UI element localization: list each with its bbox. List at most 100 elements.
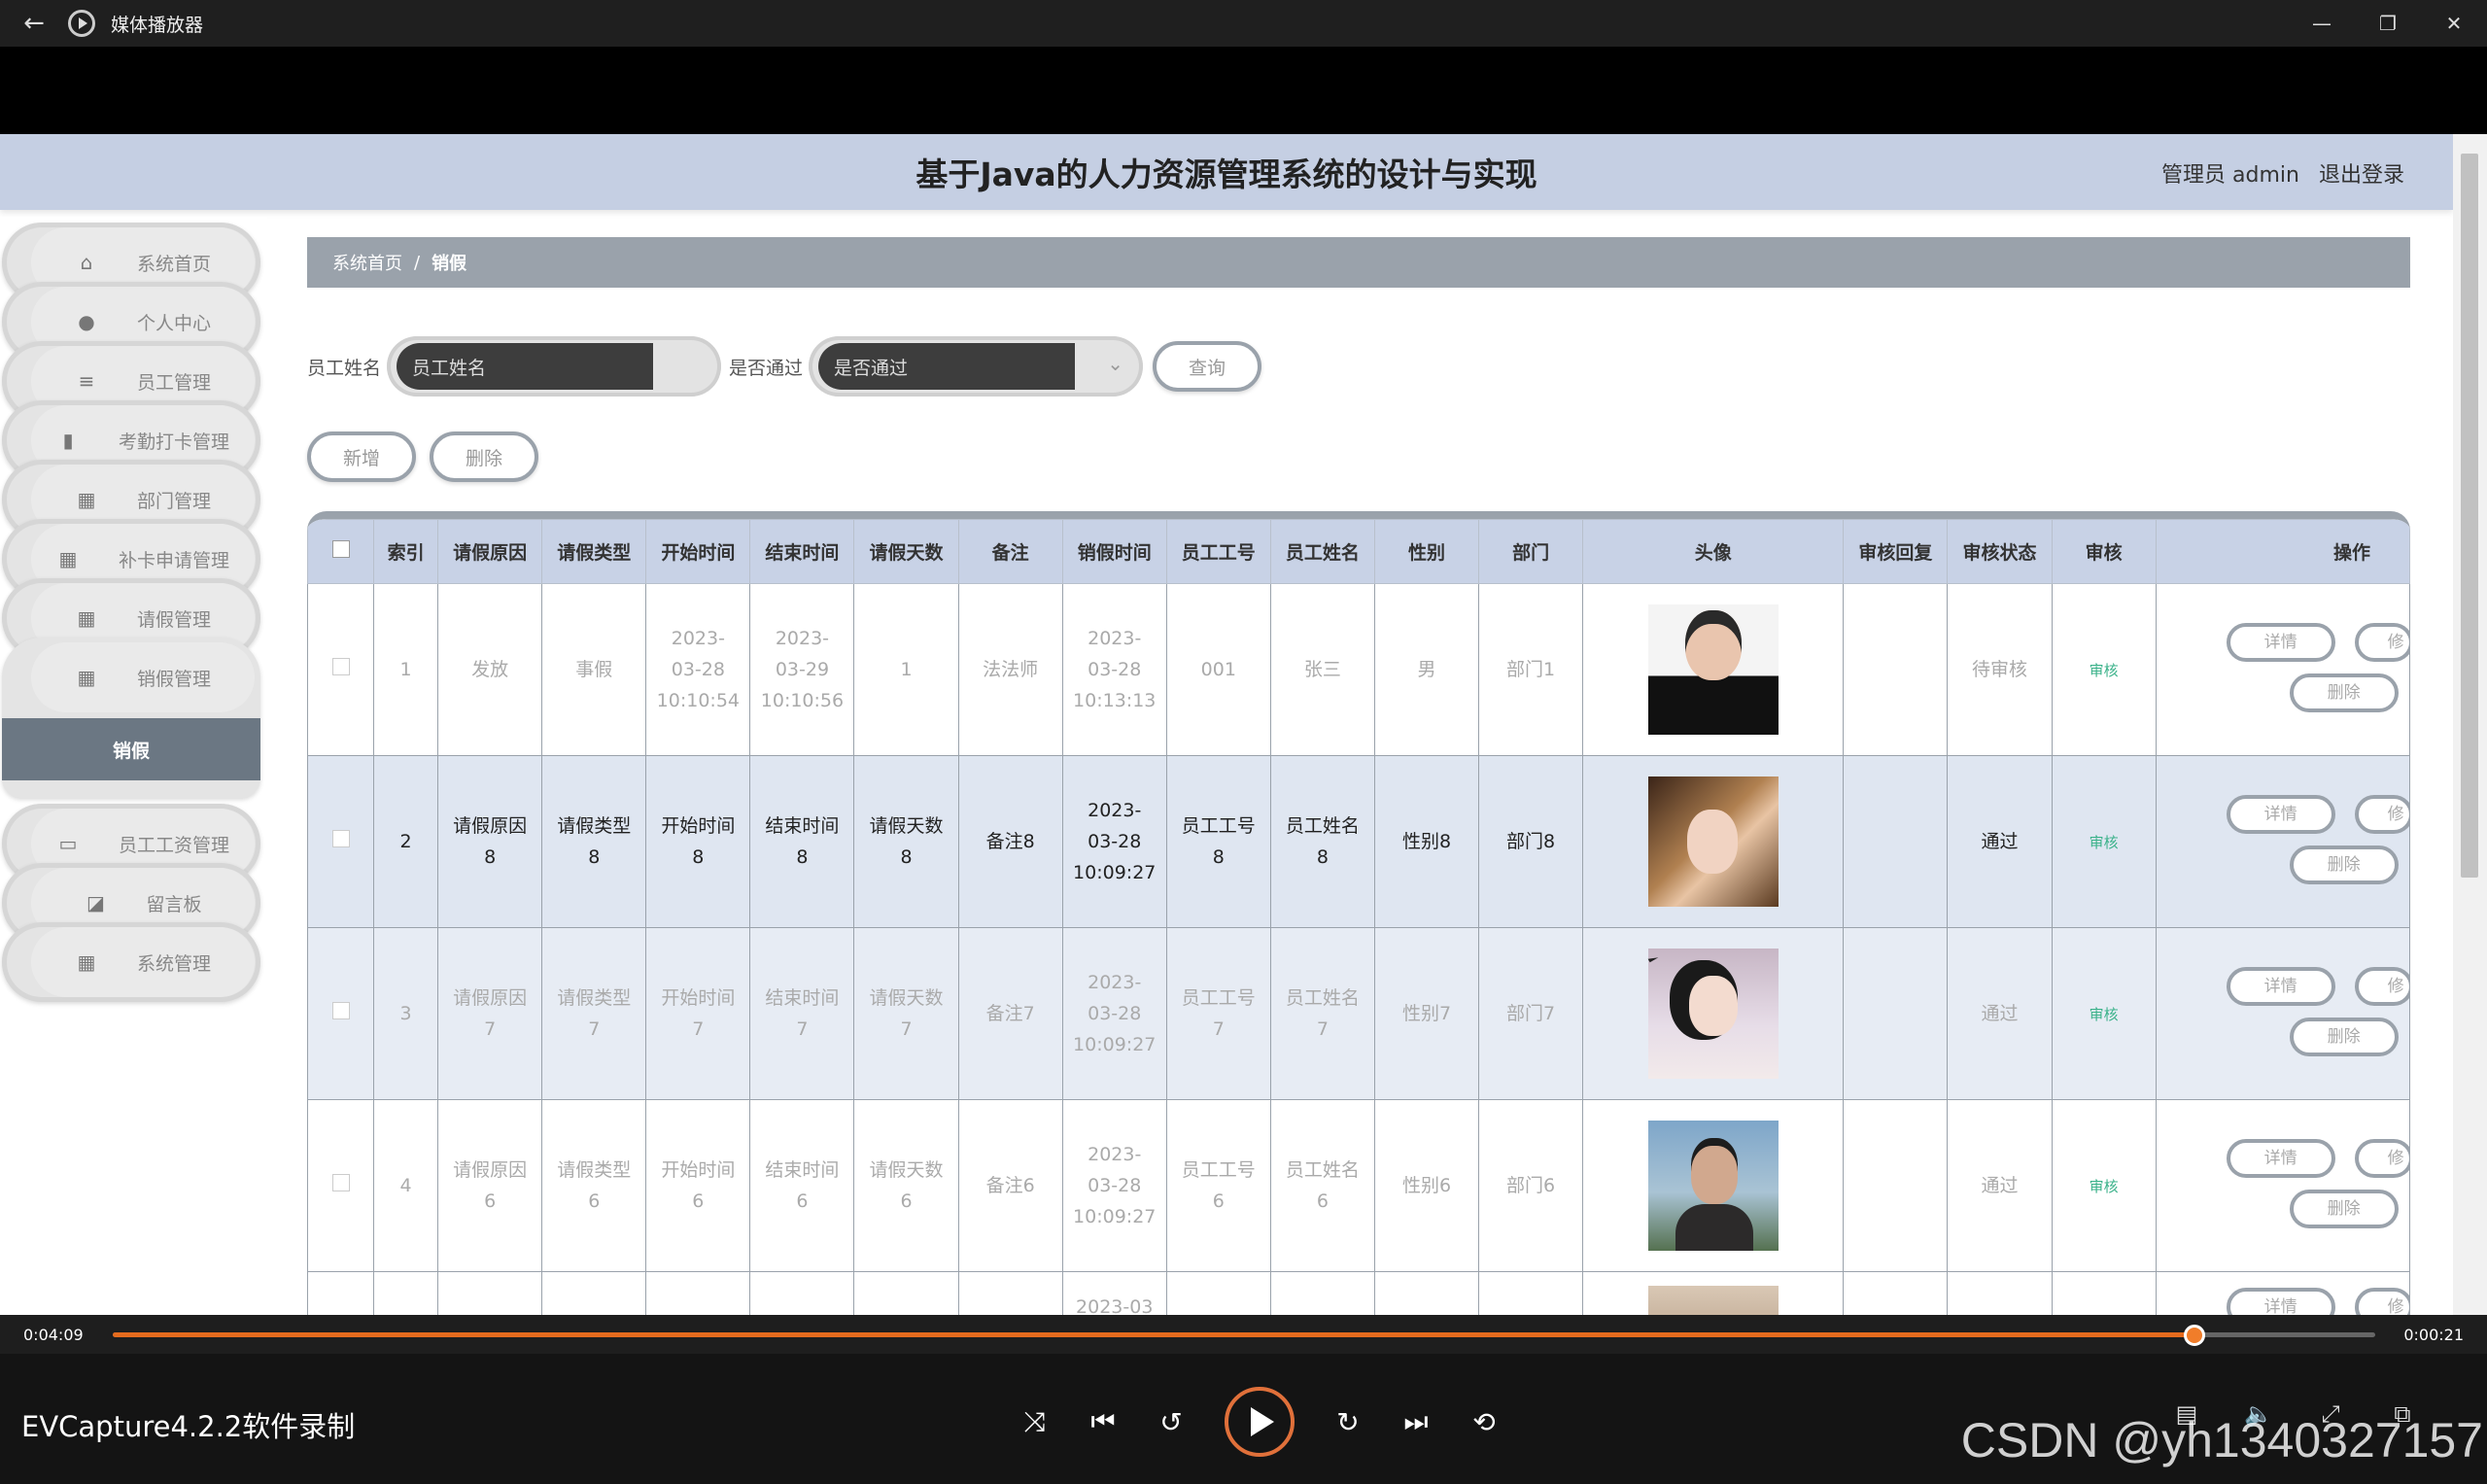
col-header: 结束时间	[749, 519, 855, 584]
cell	[1947, 1271, 2053, 1315]
cell	[1843, 755, 1949, 928]
cell	[437, 1271, 543, 1315]
audit-link[interactable]: 审核	[2090, 834, 2119, 851]
back-arrow-icon[interactable]: ←	[0, 9, 68, 38]
restore-icon[interactable]: ❐	[2355, 0, 2421, 47]
table-row[interactable]: 2 请假原因8 请假类型8 开始时间8 结束时间8 请假天数8 备注8 2023…	[307, 755, 2410, 928]
operations-cell: 详情 修 删除	[2155, 755, 2410, 928]
breadcrumb-separator: /	[414, 252, 421, 273]
play-button[interactable]	[1225, 1387, 1295, 1457]
sidebar-item-system[interactable]: ▦ 系统管理	[2, 922, 260, 1002]
sidebar-item-leave-cancel[interactable]: ▦ 销假管理 销假	[2, 638, 260, 798]
row-delete-button[interactable]: 删除	[2289, 673, 2399, 712]
scrollbar-thumb[interactable]	[2461, 154, 2478, 878]
forward-30-icon[interactable]: ↻	[1333, 1406, 1363, 1438]
minimize-icon[interactable]: —	[2289, 0, 2355, 47]
col-header: 销假时间	[1061, 519, 1167, 584]
audit-link[interactable]: 审核	[2090, 662, 2119, 679]
cell: 性别6	[1373, 1099, 1480, 1272]
row-delete-button[interactable]: 删除	[2289, 1190, 2399, 1228]
row-delete-button[interactable]: 删除	[2289, 1018, 2399, 1056]
breadcrumb-home[interactable]: 系统首页	[332, 250, 402, 275]
detail-button[interactable]: 详情	[2226, 967, 2335, 1006]
cell: 请假原因6	[437, 1099, 543, 1272]
close-icon[interactable]: ✕	[2421, 0, 2487, 47]
table-header-row: 索引 请假原因 请假类型 开始时间 结束时间 请假天数 备注 销假时间 员工工号…	[307, 519, 2410, 584]
col-header: 审核	[2051, 519, 2157, 584]
previous-icon[interactable]: ⏮	[1088, 1405, 1118, 1438]
avatar-cell	[1582, 927, 1845, 1100]
row-checkbox[interactable]	[331, 658, 350, 675]
detail-button[interactable]: 详情	[2226, 623, 2335, 662]
cell: 员工工号8	[1165, 755, 1271, 928]
sidebar-subitem-leave-cancel[interactable]: 销假	[2, 718, 260, 780]
cell: 结束时间6	[749, 1099, 855, 1272]
table-row[interactable]: 2023-03 详情 修	[307, 1271, 2410, 1315]
table-row[interactable]: 4 请假原因6 请假类型6 开始时间6 结束时间6 请假天数6 备注6 2023…	[307, 1099, 2410, 1272]
table-row[interactable]: 3 请假原因7 请假类型7 开始时间7 结束时间7 请假天数7 备注7 2023…	[307, 927, 2410, 1100]
repeat-off-icon[interactable]: ⟲	[1469, 1406, 1499, 1438]
operations-cell: 详情 修 删除	[2155, 927, 2410, 1100]
edit-button[interactable]: 修	[2354, 967, 2410, 1006]
query-button[interactable]: 查询	[1153, 341, 1262, 392]
employee-name-input-wrap: 员工姓名	[387, 336, 722, 397]
col-header: 头像	[1582, 519, 1845, 584]
admin-label: 管理员 admin	[2161, 163, 2299, 188]
cell: 员工姓名8	[1269, 755, 1375, 928]
delete-button[interactable]: 删除	[430, 431, 538, 482]
add-button[interactable]: 新增	[307, 431, 416, 482]
row-checkbox[interactable]	[331, 830, 350, 847]
cell	[853, 1271, 959, 1315]
cell: 通过	[1947, 927, 2053, 1100]
cell: 请假类型6	[541, 1099, 647, 1272]
shuffle-icon[interactable]: ⤨	[1020, 1405, 1050, 1438]
employee-name-input[interactable]: 员工姓名	[397, 343, 654, 390]
detail-button[interactable]: 详情	[2226, 795, 2335, 834]
detail-button[interactable]: 详情	[2226, 1139, 2335, 1178]
col-header: 员工姓名	[1269, 519, 1375, 584]
edit-button[interactable]: 修	[2354, 1139, 2410, 1178]
select-all-checkbox[interactable]	[331, 540, 350, 558]
approved-select[interactable]: 是否通过 ⌄	[809, 336, 1144, 397]
cell	[2051, 1271, 2157, 1315]
edit-button[interactable]: 修	[2354, 623, 2410, 662]
row-checkbox[interactable]	[331, 1174, 350, 1191]
edit-button[interactable]: 修	[2354, 1288, 2410, 1315]
audit-link[interactable]: 审核	[2090, 1006, 2119, 1023]
grid-icon: ▦	[77, 606, 96, 630]
sliders-icon: ≡	[78, 369, 95, 393]
audit-cell: 审核	[2051, 755, 2157, 928]
next-icon[interactable]: ⏭	[1401, 1405, 1431, 1438]
cell: 3	[373, 927, 439, 1100]
col-header: 员工工号	[1165, 519, 1271, 584]
seek-knob[interactable]	[2183, 1325, 2205, 1346]
cell: 请假原因8	[437, 755, 543, 928]
page-scrollbar[interactable]	[2453, 134, 2487, 1315]
seek-bar-fill	[113, 1332, 2194, 1337]
cell: 2023-03-29 10:10:56	[749, 583, 855, 756]
row-checkbox-cell	[307, 1271, 375, 1315]
logout-link[interactable]: 退出登录	[2319, 157, 2404, 189]
col-header: 操作	[2155, 519, 2410, 584]
audit-link[interactable]: 审核	[2090, 1178, 2119, 1195]
detail-button[interactable]: 详情	[2226, 1288, 2335, 1315]
cell	[373, 1271, 439, 1315]
cell: 部门1	[1478, 583, 1584, 756]
cell: 2023-03	[1061, 1271, 1167, 1315]
cell: 员工工号6	[1165, 1099, 1271, 1272]
row-checkbox-cell	[307, 927, 375, 1100]
cell: 开始时间7	[645, 927, 751, 1100]
cell: 结束时间7	[749, 927, 855, 1100]
row-checkbox[interactable]	[331, 1002, 350, 1019]
approved-select-value[interactable]: 是否通过	[818, 343, 1076, 390]
cell: 2023-03-28 10:10:54	[645, 583, 751, 756]
row-delete-button[interactable]: 删除	[2289, 846, 2399, 884]
cell	[1478, 1271, 1584, 1315]
cell	[1269, 1271, 1375, 1315]
edit-button[interactable]: 修	[2354, 795, 2410, 834]
seek-bar[interactable]	[113, 1325, 2375, 1346]
cell: 通过	[1947, 755, 2053, 928]
table-row[interactable]: 1 发放 事假 2023-03-28 10:10:54 2023-03-29 1…	[307, 583, 2410, 756]
avatar	[1647, 777, 1779, 907]
rewind-10-icon[interactable]: ↺	[1157, 1406, 1186, 1438]
